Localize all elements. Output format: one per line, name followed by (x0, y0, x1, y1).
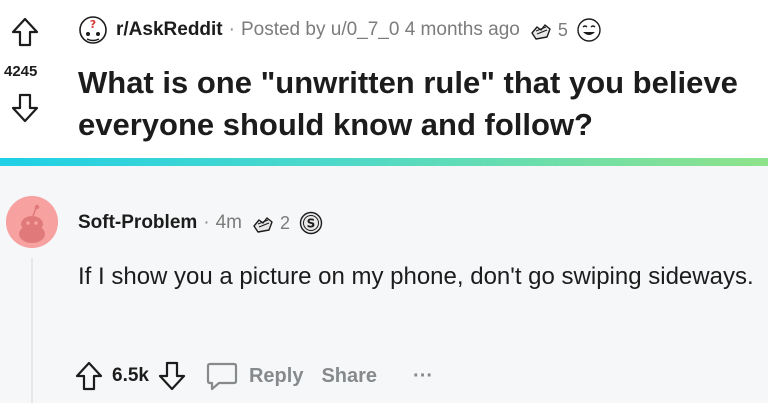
post-title[interactable]: What is one "unwritten rule" that you be… (78, 62, 768, 146)
snoo-avatar-icon (6, 196, 58, 248)
avatar[interactable] (6, 196, 58, 248)
comment-body: If I show you a picture on my phone, don… (78, 263, 754, 290)
comment-vote-count: 6.5k (112, 365, 149, 386)
upvote-arrow-icon[interactable] (10, 16, 40, 48)
comment-actions: 6.5k Reply Share ··· (74, 356, 433, 396)
downvote-arrow-icon[interactable] (10, 92, 40, 124)
post-vote-column: 4245 (0, 0, 60, 160)
comment-meta: Soft-Problem · 4m 2 S (78, 210, 324, 236)
award-icon (253, 217, 273, 233)
svg-text:?: ? (90, 18, 96, 31)
reply-button[interactable]: Reply (205, 360, 303, 392)
share-label: Share (321, 364, 378, 387)
subreddit-name[interactable]: r/AskReddit (116, 19, 223, 41)
more-options-button[interactable]: ··· (403, 365, 433, 388)
svg-text:S: S (307, 217, 316, 231)
speech-bubble-icon (206, 362, 238, 391)
comment-downvote-arrow-icon[interactable] (157, 360, 187, 392)
gradient-divider (0, 158, 768, 166)
laughing-face-award-icon (577, 18, 601, 42)
comment-author[interactable]: Soft-Problem (78, 212, 197, 234)
silver-coin-award-icon: S (299, 211, 323, 235)
comment-time: 4m (215, 212, 243, 233)
thread-line[interactable] (31, 258, 33, 403)
more-options-label: ··· (413, 364, 434, 387)
post-award-count: 5 (557, 19, 568, 40)
posted-by-text: Posted by u/0_7_0 4 months ago (240, 19, 520, 40)
post-score: 4245 (4, 63, 38, 80)
subreddit-icon[interactable]: ? (78, 15, 108, 45)
reply-label: Reply (248, 364, 304, 387)
post-meta: ? r/AskReddit · Posted by u/0_7_0 4 mont… (78, 14, 602, 46)
award-icon (531, 24, 551, 40)
comment-award-count: 2 (280, 212, 291, 233)
meta-separator: · (228, 19, 235, 40)
post-header: 4245 ? r/AskReddit · Posted by u/0_7_0 4… (0, 0, 768, 160)
comment-section: Soft-Problem · 4m 2 S If I show you a pi… (0, 166, 768, 403)
comment-upvote-arrow-icon[interactable] (74, 360, 104, 392)
share-button[interactable]: Share (321, 365, 377, 388)
comment-meta-separator: · (203, 212, 210, 233)
